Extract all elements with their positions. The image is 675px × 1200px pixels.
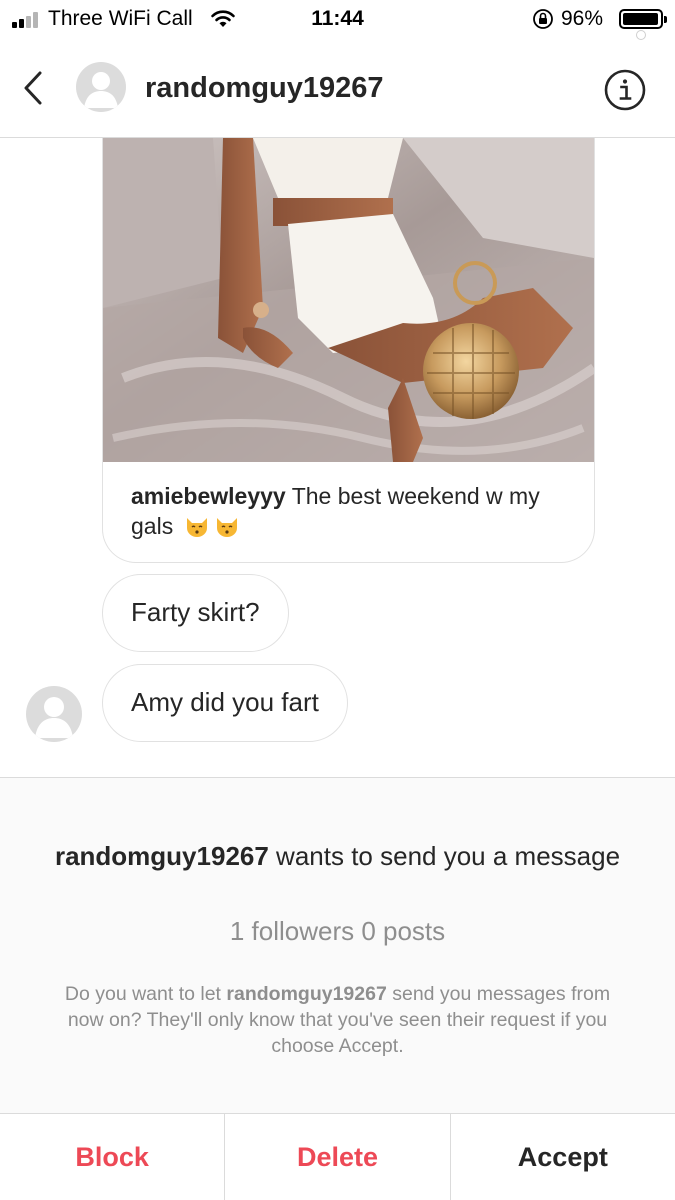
back-chevron-icon[interactable] [18,68,48,108]
post-image[interactable] [103,138,594,462]
shared-post-card[interactable]: amiebewleyyy The best weekend w my gals [102,138,595,563]
sender-avatar-icon[interactable] [26,686,82,742]
rotation-lock-icon [533,9,553,29]
accept-button[interactable]: Accept [451,1114,675,1200]
request-description: Do you want to let randomguy19267 send y… [55,981,620,1059]
avatar-placeholder-icon[interactable] [76,62,126,112]
message-bubble[interactable]: Farty skirt? [102,574,289,652]
header-username[interactable]: randomguy19267 [145,72,384,105]
post-caption: amiebewleyyy The best weekend w my gals [131,481,571,545]
request-title: randomguy19267 wants to send you a messa… [0,840,675,873]
request-desc-username: randomguy19267 [226,983,387,1005]
request-username[interactable]: randomguy19267 [55,841,269,871]
delete-button[interactable]: Delete [225,1114,451,1200]
request-action-bar: Block Delete Accept [0,1113,675,1200]
message-bubble[interactable]: Amy did you fart [102,664,348,742]
battery-icon [619,9,667,29]
request-stats: 1 followers 0 posts [229,916,446,946]
block-button[interactable]: Block [0,1114,226,1200]
kissing-cat-emoji [214,514,240,545]
kissing-cat-emoji [184,514,210,545]
conversation-header: randomguy19267 [0,42,675,138]
status-bar: Three WiFi Call 11:44 96% [0,0,675,40]
request-desc-prefix: Do you want to let [64,983,227,1005]
post-caption-username[interactable]: amiebewleyyy [131,483,286,509]
request-title-text: wants to send you a message [268,841,621,871]
battery-percent: 96% [561,7,604,30]
message-request-panel: randomguy19267 wants to send you a messa… [0,777,675,1113]
info-icon[interactable] [604,69,646,111]
